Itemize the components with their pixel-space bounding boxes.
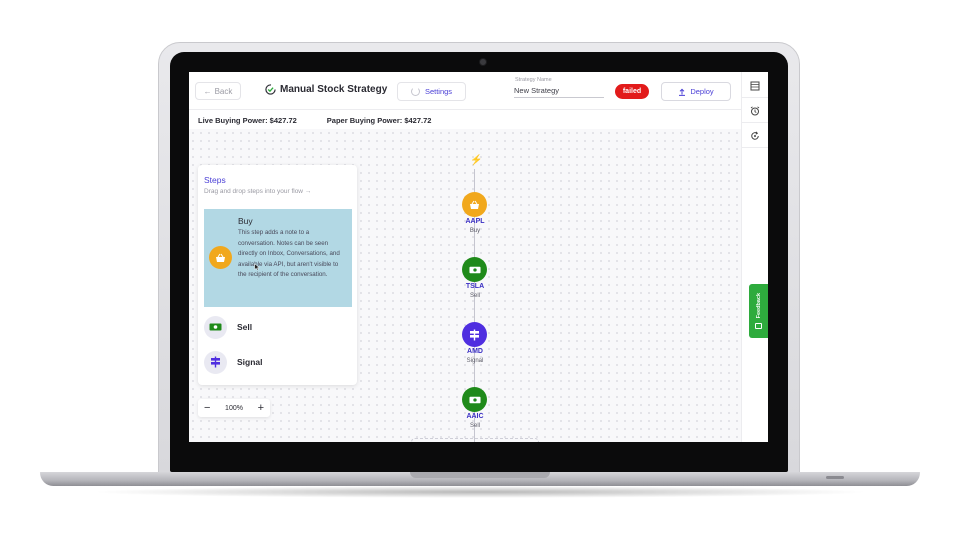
- refresh-icon: [751, 130, 759, 140]
- settings-button[interactable]: Settings: [397, 82, 466, 101]
- zoom-controls: − 100% +: [198, 399, 270, 417]
- top-bar: ← Back Manual Stock Strategy Settings St…: [189, 72, 741, 110]
- step-label: Signal: [237, 357, 263, 367]
- panel-button[interactable]: [742, 74, 768, 98]
- upload-icon: [679, 88, 686, 96]
- cursor-icon: [254, 263, 261, 271]
- drop-zone[interactable]: [411, 438, 539, 442]
- back-button[interactable]: ← Back: [195, 82, 241, 100]
- laptop-notch: [410, 472, 550, 478]
- step-label: Sell: [237, 322, 253, 332]
- step-item-sell[interactable]: Sell: [204, 313, 352, 341]
- laptop-led: [826, 476, 844, 479]
- app-screen: ← Back Manual Stock Strategy Settings St…: [189, 72, 768, 442]
- lightning-icon: ⚡: [470, 155, 483, 166]
- check-circle-icon: [265, 84, 276, 95]
- paper-buying-power: Paper Buying Power: $427.72: [326, 116, 432, 125]
- flow-canvas[interactable]: Steps Drag and drop steps into your flow…: [189, 129, 741, 442]
- laptop-shadow: [90, 486, 870, 498]
- step-label: Buy: [238, 216, 253, 226]
- basket-icon: [209, 246, 232, 269]
- steps-subtitle: Drag and drop steps into your flow →: [204, 188, 312, 195]
- page-title: Manual Stock Strategy: [280, 84, 388, 95]
- right-rail: [741, 72, 768, 442]
- flow-node-aapl[interactable]: [462, 192, 487, 217]
- step-item-signal[interactable]: Signal: [204, 348, 352, 376]
- refresh-button[interactable]: [742, 124, 768, 148]
- node-action: Signal: [466, 358, 484, 364]
- chat-icon: [755, 322, 762, 329]
- buying-power-row: Live Buying Power: $427.72 Paper Buying …: [198, 116, 431, 125]
- zoom-in-button[interactable]: +: [258, 402, 264, 414]
- zoom-out-button[interactable]: −: [204, 402, 210, 414]
- panel-icon: [750, 81, 760, 90]
- status-badge: failed: [615, 84, 649, 99]
- node-ticker: AAPL: [465, 218, 485, 225]
- node-action: Sell: [469, 423, 480, 429]
- back-label: Back: [214, 86, 233, 96]
- deploy-button[interactable]: Deploy: [661, 82, 731, 101]
- node-action: Sell: [469, 293, 480, 299]
- strategy-name-label: Strategy Name: [515, 77, 552, 83]
- basket-icon: [470, 200, 479, 209]
- signpost-icon: [204, 350, 227, 374]
- deploy-label: Deploy: [690, 87, 714, 96]
- step-item-buy[interactable]: Buy This step adds a note to a conversat…: [204, 209, 352, 307]
- live-buying-power: Live Buying Power: $427.72: [198, 116, 297, 125]
- node-ticker: TSLA: [465, 283, 485, 290]
- step-description: This step adds a note to a conversation.…: [238, 229, 340, 278]
- cash-icon: [204, 315, 227, 339]
- settings-label: Settings: [424, 87, 453, 96]
- signpost-icon: [470, 329, 479, 340]
- zoom-level: 100%: [225, 404, 243, 412]
- node-ticker: AMD: [467, 348, 483, 355]
- feedback-tab[interactable]: Feedback: [749, 284, 768, 338]
- loading-icon: [410, 87, 420, 96]
- flow-node-tsla[interactable]: [462, 257, 487, 282]
- node-action: Buy: [469, 228, 481, 234]
- alarm-icon: [750, 105, 760, 115]
- feedback-label: Feedback: [755, 293, 762, 319]
- camera-icon: [479, 58, 487, 66]
- steps-panel: Steps Drag and drop steps into your flow…: [198, 165, 357, 385]
- cash-icon: [468, 266, 481, 273]
- steps-title: Steps: [204, 175, 226, 185]
- flow-node-aaic[interactable]: [462, 387, 487, 412]
- alarm-button[interactable]: [742, 99, 768, 123]
- cash-icon: [468, 396, 481, 403]
- node-ticker: AAIC: [466, 413, 484, 420]
- title-group: Manual Stock Strategy: [265, 84, 387, 95]
- flow-node-amd[interactable]: [462, 322, 487, 347]
- arrow-left-icon: ←: [203, 86, 212, 96]
- strategy-name-input[interactable]: [514, 84, 604, 98]
